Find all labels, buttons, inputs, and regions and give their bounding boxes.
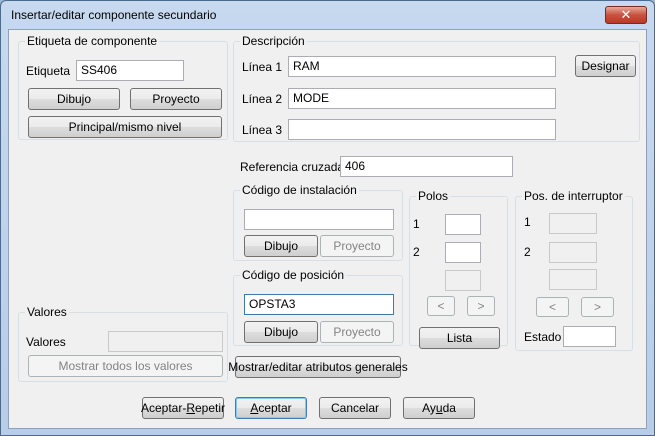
ayuda-text-c: da <box>442 401 456 415</box>
valores-group: Valores Valores Mostrar todos los valore… <box>18 305 228 382</box>
polo2-input[interactable] <box>445 242 481 263</box>
designar-button[interactable]: Designar <box>575 55 636 77</box>
linea1-input[interactable]: RAM <box>288 56 556 77</box>
etiqueta-input[interactable]: SS406 <box>76 60 184 81</box>
aceptar-repetir-text-b: R <box>186 401 195 415</box>
instalacion-dibujo-button[interactable]: Dibujo <box>244 235 318 257</box>
valores-group-title: Valores <box>25 305 69 319</box>
interruptor-next-button[interactable]: > <box>581 297 614 317</box>
interruptor2-input[interactable] <box>549 242 597 263</box>
estado-input[interactable] <box>563 326 616 347</box>
mostrar-editar-atributos-button[interactable]: Mostrar/editar atributos generales <box>228 356 408 378</box>
window-title: Insertar/editar componente secundario <box>11 8 217 22</box>
valores-input[interactable] <box>108 331 223 352</box>
interruptor-group-title: Pos. de interruptor <box>522 189 625 203</box>
aceptar-button[interactable]: Aceptar <box>235 397 307 419</box>
posicion-proyecto-button[interactable]: Proyecto <box>320 321 394 343</box>
etiqueta-proyecto-button[interactable]: Proyecto <box>130 88 222 110</box>
polos-group: Polos 1 2 < > Lista <box>409 189 508 349</box>
aceptar-text-b: ceptar <box>258 401 292 415</box>
interruptor2-label: 2 <box>524 245 531 259</box>
linea3-label: Línea 3 <box>242 123 283 137</box>
interruptor-group: Pos. de interruptor 1 2 < > Estado <box>515 189 633 351</box>
valores-label: Valores <box>26 335 66 349</box>
instalacion-group-title: Código de instalación <box>240 183 359 197</box>
etiqueta-dibujo-button[interactable]: Dibujo <box>28 88 120 110</box>
descripcion-group: Descripción Línea 1 RAM Línea 2 MODE Lín… <box>233 34 640 142</box>
linea2-input[interactable]: MODE <box>288 88 556 109</box>
ayuda-text-b: u <box>435 401 443 415</box>
polos-next-button[interactable]: > <box>467 296 495 316</box>
aceptar-repetir-text-a: Aceptar- <box>140 401 187 415</box>
referencia-label: Referencia cruzada <box>240 160 345 174</box>
interruptor1-label: 1 <box>524 215 531 229</box>
polo3-input[interactable] <box>445 270 481 291</box>
instalacion-input[interactable] <box>244 209 394 230</box>
interruptor1-input[interactable] <box>549 213 597 234</box>
referencia-input[interactable]: 406 <box>340 156 513 177</box>
aceptar-repetir-text-c: epetir <box>195 401 226 415</box>
ayuda-text-a: Ay <box>422 401 436 415</box>
estado-label: Estado <box>524 330 562 344</box>
polo2-label: 2 <box>413 245 420 259</box>
interruptor3-input[interactable] <box>549 269 597 290</box>
posicion-dibujo-button[interactable]: Dibujo <box>244 321 318 343</box>
posicion-input[interactable]: OPSTA3 <box>244 294 394 315</box>
dialog-client: Etiqueta de componente Etiqueta SS406 Di… <box>8 29 647 429</box>
interruptor-prev-button[interactable]: < <box>536 297 569 317</box>
polo1-input[interactable] <box>445 214 481 235</box>
close-button[interactable]: ✕ <box>605 6 647 24</box>
descripcion-group-title: Descripción <box>240 34 307 48</box>
lista-button[interactable]: Lista <box>419 327 500 349</box>
posicion-group-title: Código de posición <box>240 268 347 282</box>
posicion-group: Código de posición OPSTA3 Dibujo Proyect… <box>233 268 403 346</box>
principal-mismo-nivel-button[interactable]: Principal/mismo nivel <box>28 116 222 138</box>
instalacion-proyecto-button[interactable]: Proyecto <box>320 235 394 257</box>
aceptar-text-a: A <box>250 401 259 415</box>
title-bar[interactable]: Insertar/editar componente secundario ✕ <box>1 1 654 29</box>
etiqueta-label: Etiqueta <box>26 64 71 78</box>
polos-prev-button[interactable]: < <box>427 296 455 316</box>
etiqueta-group: Etiqueta de componente Etiqueta SS406 Di… <box>18 34 228 140</box>
linea3-input[interactable] <box>288 119 556 140</box>
polo1-label: 1 <box>413 217 420 231</box>
dialog-window: Insertar/editar componente secundario ✕ … <box>0 0 655 436</box>
cancelar-button[interactable]: Cancelar <box>319 397 391 419</box>
aceptar-repetir-button[interactable]: Aceptar- Repetir <box>140 397 226 419</box>
ayuda-button[interactable]: Ay u da <box>403 397 475 419</box>
linea2-label: Línea 2 <box>242 92 283 106</box>
instalacion-group: Código de instalación Dibujo Proyecto <box>233 183 403 261</box>
linea1-label: Línea 1 <box>242 60 283 74</box>
polos-group-title: Polos <box>416 189 451 203</box>
mostrar-todos-valores-button[interactable]: Mostrar todos los valores <box>28 355 223 377</box>
etiqueta-group-title: Etiqueta de componente <box>25 34 160 48</box>
close-icon: ✕ <box>620 7 632 22</box>
